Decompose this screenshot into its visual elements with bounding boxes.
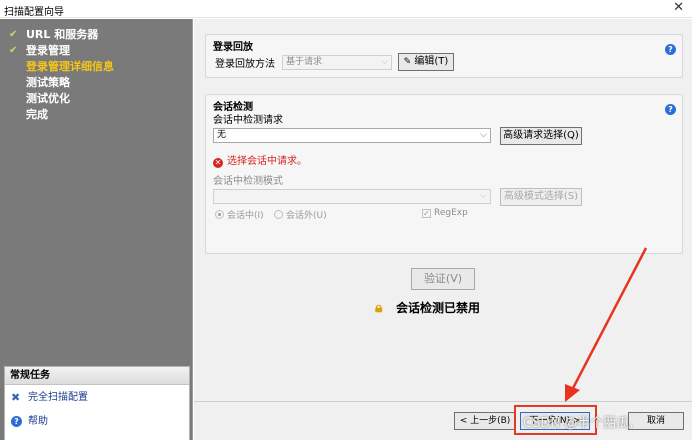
annotation-arrow — [565, 247, 648, 402]
arrow-line — [569, 247, 648, 393]
